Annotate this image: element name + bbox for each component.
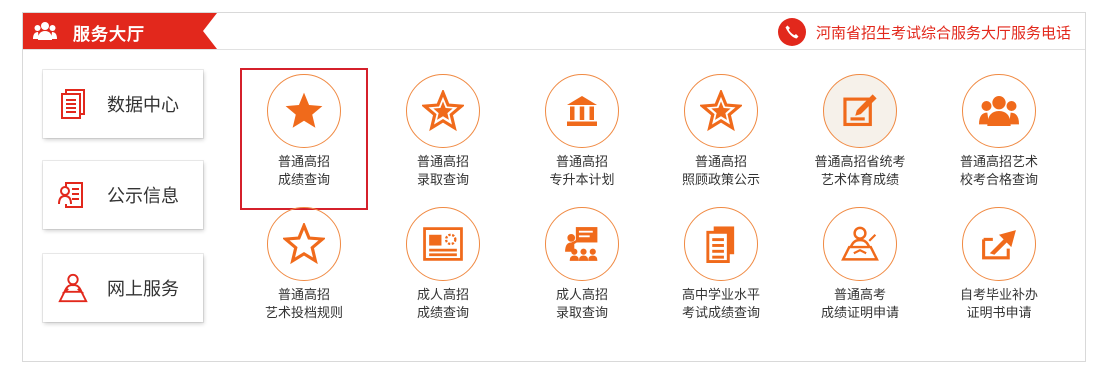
service-label-line1: 普通高招省统考	[814, 155, 906, 170]
group-icon	[33, 22, 57, 40]
service-label-line1: 普通高招	[694, 155, 747, 170]
edit-icon	[843, 94, 877, 127]
service-icon-circle	[267, 207, 341, 281]
service-icon-circle	[823, 207, 897, 281]
star-outline-icon	[422, 90, 464, 132]
hotline-label: 河南省招生考试综合服务大厅服务电话	[815, 23, 1071, 42]
person-desk-icon	[841, 226, 879, 261]
service-label-line1: 自考毕业补办	[959, 288, 1038, 303]
sidebar-item-data-center[interactable]: 数据中心	[43, 70, 203, 138]
service-icon-circle	[406, 207, 480, 281]
sidebar-item-public-info[interactable]: 公示信息	[43, 161, 203, 229]
service-icon-circle	[823, 74, 897, 148]
service-art-exam-qualification[interactable]: 普通高招艺术 校考合格查询	[934, 74, 1064, 190]
document-icon	[706, 226, 735, 263]
service-score-certificate[interactable]: 普通高考成绩证明申请	[795, 207, 925, 323]
star-filled-icon	[285, 92, 323, 128]
service-label-line2: 艺术投档规则	[264, 306, 343, 321]
service-label-line2: 考试成绩查询	[681, 306, 760, 321]
service-label-line2: 录取查询	[555, 306, 608, 321]
page-title: 服务大厅	[73, 25, 145, 45]
service-label-line1: 普通高招	[416, 155, 469, 170]
online-person-icon	[57, 272, 89, 304]
service-label-line2: 校考合格查询	[959, 173, 1038, 188]
service-icon-circle	[962, 74, 1036, 148]
service-label-line1: 成人高招	[555, 288, 608, 303]
notice-person-icon	[57, 179, 89, 211]
star-outline-icon	[283, 223, 325, 265]
service-label-line2: 录取查询	[416, 173, 469, 188]
arrow-out-icon	[982, 230, 1016, 260]
sidebar-item-online-service[interactable]: 网上服务	[43, 254, 203, 322]
service-art-admission-rules[interactable]: 普通高招艺术投档规则	[239, 207, 369, 323]
service-icon-circle	[545, 207, 619, 281]
service-label-line2: 专升本计划	[549, 173, 615, 188]
phone-icon	[777, 18, 806, 46]
service-icon-circle	[545, 74, 619, 148]
service-label-line2: 成绩证明申请	[820, 306, 899, 321]
star-outline-icon	[700, 90, 742, 132]
service-label-line2: 成绩查询	[277, 173, 330, 188]
panel-header: 服务大厅 河南省招生考试综合服务大厅服务电话	[23, 13, 1085, 50]
service-label-line2: 艺术体育成绩	[820, 173, 899, 188]
service-label-line1: 普通高招艺术	[959, 155, 1038, 170]
service-label-line1: 普通高招	[277, 288, 330, 303]
group-icon	[979, 96, 1019, 126]
service-icon-circle	[406, 74, 480, 148]
service-hall-panel: 服务大厅 河南省招生考试综合服务大厅服务电话 数据中心 公示信息 网上服务 普通…	[22, 12, 1086, 362]
certificate-icon	[423, 227, 463, 261]
sidebar-item-label: 网上服务	[107, 279, 179, 300]
service-label-line1: 高中学业水平	[681, 288, 760, 303]
service-icon-circle	[684, 74, 758, 148]
service-label-line1: 普通高招	[277, 155, 330, 170]
service-label-line2: 成绩查询	[416, 306, 469, 321]
sidebar-item-label: 公示信息	[107, 186, 179, 207]
service-art-sports-score[interactable]: 普通高招省统考 艺术体育成绩	[795, 74, 925, 190]
service-icon-circle	[267, 74, 341, 148]
service-label-line1: 成人高招	[416, 288, 469, 303]
service-label-line1: 普通高考	[833, 288, 886, 303]
sidebar-item-label: 数据中心	[107, 95, 179, 116]
service-label-line2: 照顾政策公示	[681, 173, 760, 188]
service-gaokao-admission-query[interactable]: 普通高招 录取查询	[378, 74, 508, 190]
service-adult-score-query[interactable]: 成人高招 成绩查询	[378, 207, 508, 323]
bank-icon	[567, 96, 597, 126]
service-label-line2: 证明书申请	[966, 306, 1032, 321]
service-icon-circle	[962, 207, 1036, 281]
service-gaokao-score-query[interactable]: 普通高招 成绩查询	[239, 74, 369, 190]
presentation-icon	[565, 227, 598, 261]
service-adult-admission-query[interactable]: 成人高招 录取查询	[517, 207, 647, 323]
service-upgrade-plan[interactable]: 普通高招 专升本计划	[517, 74, 647, 190]
service-label-line1: 普通高招	[555, 155, 608, 170]
service-policy-notice[interactable]: 普通高招照顾政策公示	[656, 74, 786, 190]
service-icon-circle	[684, 207, 758, 281]
header-tab: 服务大厅	[23, 13, 217, 49]
document-stack-icon	[57, 88, 89, 120]
service-hotline[interactable]: 河南省招生考试综合服务大厅服务电话	[777, 18, 1071, 46]
service-diploma-reissue[interactable]: 自考毕业补办 证明书申请	[934, 207, 1064, 323]
service-academic-level-score[interactable]: 高中学业水平 考试成绩查询	[656, 207, 786, 323]
